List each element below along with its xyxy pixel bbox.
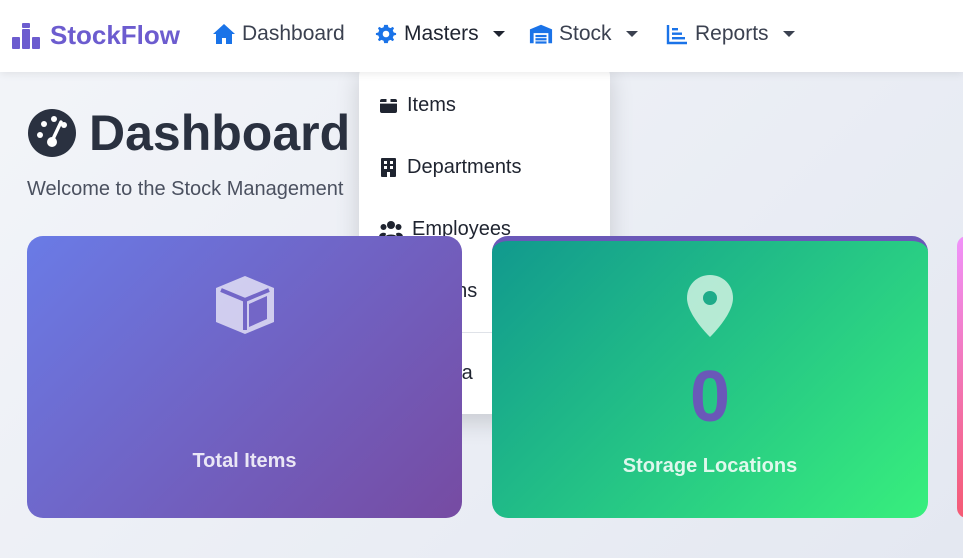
top-navbar: StockFlow Dashboard Masters Stock Report… [0, 0, 963, 72]
chevron-down-icon [625, 31, 638, 37]
menu-item-departments[interactable]: Departments [379, 156, 522, 179]
box-icon [380, 99, 397, 113]
nav-dashboard[interactable]: Dashboard [212, 22, 345, 46]
tachometer-icon [28, 109, 76, 157]
nav-reports-label: Reports [695, 22, 769, 45]
brand-link[interactable]: StockFlow [12, 20, 180, 51]
gear-icon [375, 24, 397, 44]
nav-masters[interactable]: Masters [374, 22, 505, 46]
total-items-label: Total Items [192, 450, 297, 472]
storage-locations-value: 0 [689, 357, 731, 437]
boxes-icon [12, 22, 40, 49]
brand-name: StockFlow [50, 20, 181, 50]
nav-stock[interactable]: Stock [529, 22, 638, 46]
home-icon [213, 24, 235, 44]
page-title-text: Dashboard [89, 105, 351, 161]
page-title: Dashboard [27, 104, 350, 162]
chart-line-icon [666, 25, 687, 45]
stat-card-partial[interactable] [957, 236, 963, 518]
nav-dashboard-label: Dashboard [242, 22, 345, 45]
stat-card-storage-locations[interactable]: 0 Storage Locations [492, 236, 928, 518]
nav-masters-label: Masters [404, 22, 479, 45]
chevron-down-icon [782, 31, 795, 37]
stat-card-total-items[interactable]: Total Items [27, 236, 462, 518]
storage-locations-label: Storage Locations [622, 455, 798, 477]
menu-item-departments-label: Departments [407, 156, 522, 178]
menu-item-items[interactable]: Items [379, 94, 456, 117]
cube-icon [215, 276, 274, 334]
nav-stock-label: Stock [559, 22, 612, 45]
menu-item-items-label: Items [407, 94, 456, 116]
building-icon [381, 158, 396, 177]
nav-reports[interactable]: Reports [665, 22, 795, 46]
map-pin-icon [687, 275, 733, 337]
chevron-down-icon [492, 31, 505, 37]
welcome-text: Welcome to the Stock Management [27, 178, 344, 200]
warehouse-icon [529, 24, 553, 44]
